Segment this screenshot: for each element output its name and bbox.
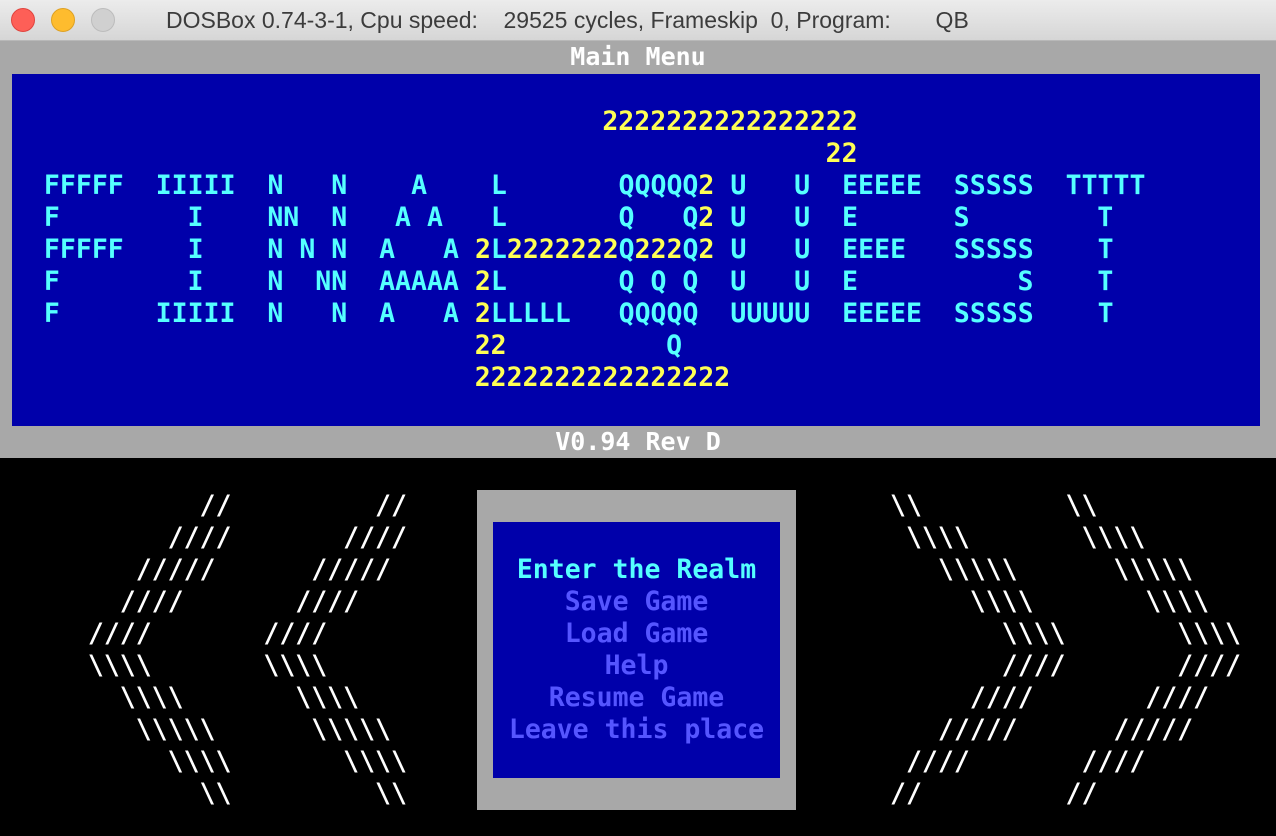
right-chevron-line: \\\\ \\\\ <box>890 618 1241 649</box>
menu-item-leave-this-place[interactable]: Leave this place <box>493 714 780 746</box>
menu-item-resume-game[interactable]: Resume Game <box>493 682 780 714</box>
title-art-line: FFFFF IIIII N N A L QQQQQ2 U U EEEEE SSS… <box>43 170 1146 201</box>
right-chevron-line: ///// ///// <box>890 714 1194 745</box>
right-chevron-line: \\ \\ <box>890 490 1098 521</box>
right-chevron-line: \\\\ \\\\ <box>890 522 1146 553</box>
main-menu-heading: Main Menu <box>570 42 706 71</box>
left-chevron-line: ///// ///// <box>40 554 391 585</box>
left-chevron-line: \\ \\ <box>40 778 407 809</box>
right-chevron-art: \\ \\ \\\\ \\\\ \\\\\ \\\\\ \\\\ \\\\ \\… <box>890 490 1241 810</box>
title-art-line: F I N NN AAAAA 2L Q Q Q U U E S T <box>43 266 1114 297</box>
finalquest-title-art: 2222222222222222 22 FFFFF IIIII N N A L … <box>12 106 1146 394</box>
menu-item-save-game[interactable]: Save Game <box>493 586 780 618</box>
window-titlebar: DOSBox 0.74-3-1, Cpu speed: 29525 cycles… <box>0 0 1276 41</box>
menu-item-enter-the-realm[interactable]: Enter the Realm <box>493 554 780 586</box>
left-chevron-line: //// //// <box>40 522 407 553</box>
left-chevron-line: // // <box>40 490 407 521</box>
title-art-line: FFFFF I N N N A A 2L2222222Q222Q2 U U EE… <box>43 234 1114 265</box>
dos-screen: Main Menu 2222222222222222 22 FFFFF IIII… <box>0 41 1276 836</box>
left-chevron-line: //// //// <box>40 618 328 649</box>
version-label: V0.94 Rev D <box>555 427 721 456</box>
main-menu-frame: Enter the Realm Save Game Load Game Help Res… <box>477 490 796 810</box>
title-art-line: 2222222222222222 <box>602 106 858 137</box>
right-chevron-line: \\\\\ \\\\\ <box>890 554 1194 585</box>
title-banner: Main Menu 2222222222222222 22 FFFFF IIII… <box>0 41 1276 458</box>
right-chevron-line: \\\\ \\\\ <box>890 586 1210 617</box>
title-art-line: 2222222222222222 <box>474 362 731 393</box>
left-chevron-line: \\\\ \\\\ <box>40 746 407 777</box>
left-chevron-line: \\\\ \\\\ <box>40 682 360 713</box>
close-window-button[interactable] <box>11 8 35 32</box>
minimize-window-button[interactable] <box>51 8 75 32</box>
title-art-line: 22 <box>825 138 858 169</box>
menu-item-load-game[interactable]: Load Game <box>493 618 780 650</box>
window-title: DOSBox 0.74-3-1, Cpu speed: 29525 cycles… <box>166 7 969 33</box>
title-art-line: F I NN N A A L Q Q2 U U E S T <box>43 202 1114 233</box>
right-chevron-line: //// //// <box>890 682 1210 713</box>
left-chevron-line: //// //// <box>40 586 360 617</box>
menu-item-help[interactable]: Help <box>493 650 780 682</box>
left-chevron-art: // // //// //// ///// ///// //// //// //… <box>40 490 407 810</box>
left-chevron-line: \\\\\ \\\\\ <box>40 714 391 745</box>
zoom-window-button[interactable] <box>91 8 115 32</box>
right-chevron-line: //// //// <box>890 650 1241 681</box>
right-chevron-line: //// //// <box>890 746 1146 777</box>
title-art-line: 22 Q <box>474 330 683 361</box>
left-chevron-line: \\\\ \\\\ <box>40 650 328 681</box>
main-menu: Enter the Realm Save Game Load Game Help Res… <box>493 522 780 778</box>
title-art-line: F IIIII N N A A 2LLLLL QQQQQ UUUUU EEEEE… <box>43 298 1114 329</box>
right-chevron-line: // // <box>890 778 1098 809</box>
